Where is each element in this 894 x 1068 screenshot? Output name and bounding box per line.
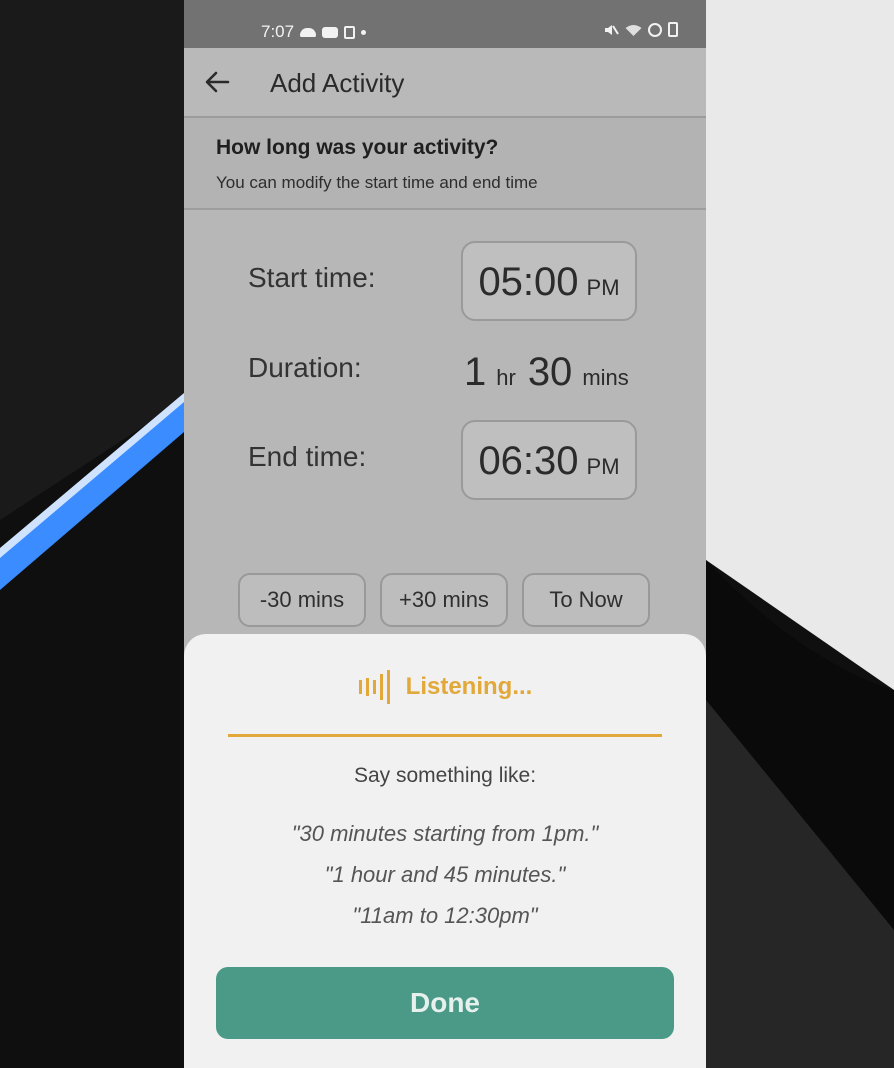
duration-value: 1 hr 30 mins — [464, 350, 641, 395]
minus-30-button[interactable]: -30 mins — [238, 573, 366, 627]
start-time-ampm: PM — [586, 275, 620, 300]
example-phrase: "1 hour and 45 minutes." — [324, 862, 566, 887]
plus-30-button[interactable]: +30 mins — [380, 573, 508, 627]
example-phrase: "11am to 12:30pm" — [352, 903, 538, 928]
start-time-picker[interactable]: 05:00 PM — [461, 241, 637, 321]
to-now-button[interactable]: To Now — [522, 573, 650, 627]
end-time-value: 06:30 — [478, 439, 579, 483]
end-time-label: End time: — [248, 441, 367, 472]
info-heading: How long was your activity? — [216, 136, 499, 159]
app-bar: Add Activity — [184, 48, 706, 118]
end-time-picker[interactable]: 06:30 PM — [461, 420, 637, 500]
sound-wave-icon — [358, 670, 390, 704]
duration-hours: 1 — [464, 350, 487, 394]
duration-hours-unit: hr — [496, 365, 516, 390]
start-time-value: 05:00 — [478, 260, 579, 304]
listening-divider — [228, 734, 662, 737]
page-title: Add Activity — [270, 68, 405, 98]
dot-icon — [361, 29, 367, 35]
sim-card-icon — [344, 25, 356, 39]
do-not-disturb-icon — [648, 22, 662, 37]
wifi-icon — [625, 24, 642, 36]
status-time: 7:07 — [261, 22, 295, 41]
arrow-left-icon[interactable] — [204, 70, 230, 94]
listening-status: Listening... — [184, 670, 706, 704]
cloud-icon — [300, 27, 317, 37]
say-prompt: Say something like: — [353, 764, 537, 787]
start-time-label: Start time: — [248, 262, 376, 293]
end-time-ampm: PM — [586, 454, 620, 479]
duration-minutes: 30 — [527, 350, 573, 394]
status-bar: 7:07 — [184, 0, 706, 48]
listening-text: Listening... — [405, 673, 533, 700]
battery-icon — [668, 22, 678, 37]
example-phrase: "30 minutes starting from 1pm." — [291, 821, 599, 846]
info-subtext: You can modify the start time and end ti… — [216, 173, 538, 192]
duration-minutes-unit: mins — [582, 365, 629, 390]
mute-icon — [605, 24, 619, 35]
video-icon — [322, 26, 339, 38]
voice-input-sheet: Listening... Say something like: "30 min… — [184, 634, 706, 1068]
info-card: How long was your activity? You can modi… — [184, 118, 706, 210]
phone-screen: 7:07 Add Activity How long was your acti… — [184, 0, 706, 1068]
duration-label: Duration: — [248, 352, 362, 383]
done-button[interactable]: Done — [216, 967, 674, 1039]
